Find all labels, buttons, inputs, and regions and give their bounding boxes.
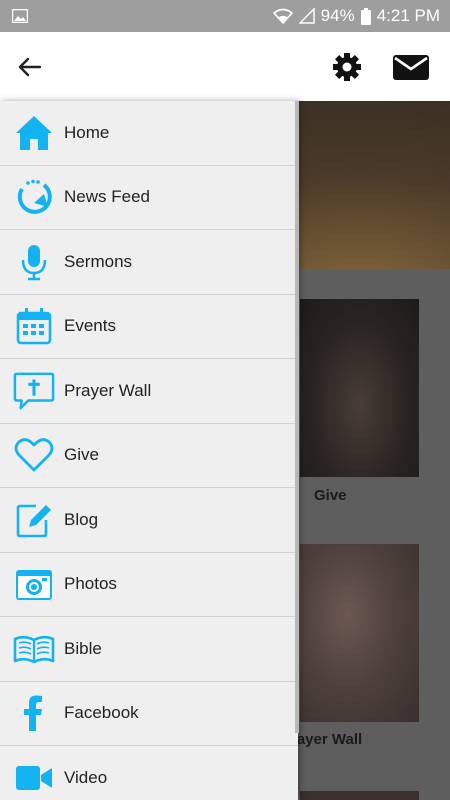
- menu-item-blog[interactable]: Blog: [0, 488, 298, 553]
- prayer-wall-card-image: [300, 544, 419, 722]
- menu-item-facebook[interactable]: Facebook: [0, 682, 298, 746]
- facebook-icon: [13, 692, 55, 734]
- menu-label: Prayer Wall: [64, 380, 152, 400]
- refresh-icon: [13, 176, 55, 218]
- video-icon: [13, 757, 55, 799]
- menu-item-photos[interactable]: Photos: [0, 553, 298, 617]
- menu-label: Home: [64, 122, 110, 142]
- battery-percent: 94%: [320, 6, 355, 25]
- menu-label: Events: [64, 316, 116, 336]
- menu-label: Give: [64, 445, 99, 465]
- wifi-icon: [272, 8, 293, 24]
- menu-item-give[interactable]: Give: [0, 424, 298, 488]
- image-notification-icon: [12, 9, 28, 23]
- menu-item-sermons[interactable]: Sermons: [0, 230, 298, 295]
- home-icon: [13, 112, 55, 154]
- edit-icon: [13, 499, 55, 541]
- menu-label: Photos: [64, 574, 117, 594]
- menu-item-news-feed[interactable]: News Feed: [0, 166, 298, 230]
- heart-icon: [13, 434, 55, 476]
- gear-icon[interactable]: [330, 50, 364, 84]
- menu-label: Facebook: [64, 703, 139, 723]
- mail-icon[interactable]: [392, 52, 430, 82]
- menu-label: Sermons: [64, 251, 133, 271]
- menu-item-bible[interactable]: Bible: [0, 617, 298, 682]
- app-bar: [0, 32, 450, 101]
- menu-label: News Feed: [64, 187, 150, 207]
- camera-icon: [13, 563, 55, 605]
- cross-chat-icon: [13, 370, 55, 412]
- calendar-icon: [13, 305, 55, 347]
- menu-label: Bible: [64, 638, 102, 658]
- microphone-icon: [13, 241, 55, 283]
- signal-icon: [298, 8, 315, 24]
- status-bar: 94% 4:21 PM: [0, 0, 450, 32]
- give-card-image: [300, 299, 419, 477]
- navigation-drawer: Home News Feed Sermons Events Prayer Wal…: [0, 101, 298, 800]
- menu-item-prayer-wall[interactable]: Prayer Wall: [0, 359, 298, 424]
- back-arrow-icon[interactable]: [14, 52, 44, 82]
- prayer-wall-card-label: rayer Wall: [291, 731, 363, 748]
- clock: 4:21 PM: [376, 6, 440, 25]
- menu-item-video[interactable]: Video: [0, 746, 298, 800]
- battery-icon: [360, 7, 371, 25]
- menu-item-home[interactable]: Home: [0, 101, 298, 166]
- menu-label: Video: [64, 767, 108, 787]
- drawer-scrollbar[interactable]: [295, 101, 299, 733]
- book-icon: [13, 628, 55, 670]
- next-card-image: [300, 791, 419, 800]
- give-card-label: Give: [314, 487, 347, 504]
- menu-label: Blog: [64, 509, 99, 529]
- menu-item-events[interactable]: Events: [0, 295, 298, 359]
